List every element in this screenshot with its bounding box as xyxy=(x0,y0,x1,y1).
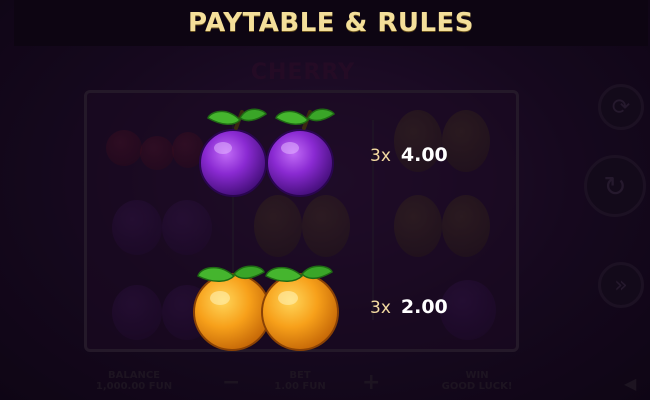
plum-payout: 3x 4.00 xyxy=(370,144,448,166)
page-title: PAYTABLE & RULES xyxy=(187,8,475,38)
match-count: 3x xyxy=(370,298,391,318)
orange-fruit xyxy=(193,265,271,351)
orange-symbol xyxy=(193,265,339,351)
orange-fruit xyxy=(261,265,339,351)
payout-value: 4.00 xyxy=(400,144,448,166)
plum-fruit xyxy=(266,108,335,197)
orange-payout: 3x 2.00 xyxy=(370,296,448,318)
match-count: 3x xyxy=(370,146,391,166)
plum-symbol xyxy=(199,108,335,197)
payout-value: 2.00 xyxy=(400,296,448,318)
paytable-header: PAYTABLE & RULES xyxy=(14,0,648,46)
plum-fruit xyxy=(199,108,267,197)
